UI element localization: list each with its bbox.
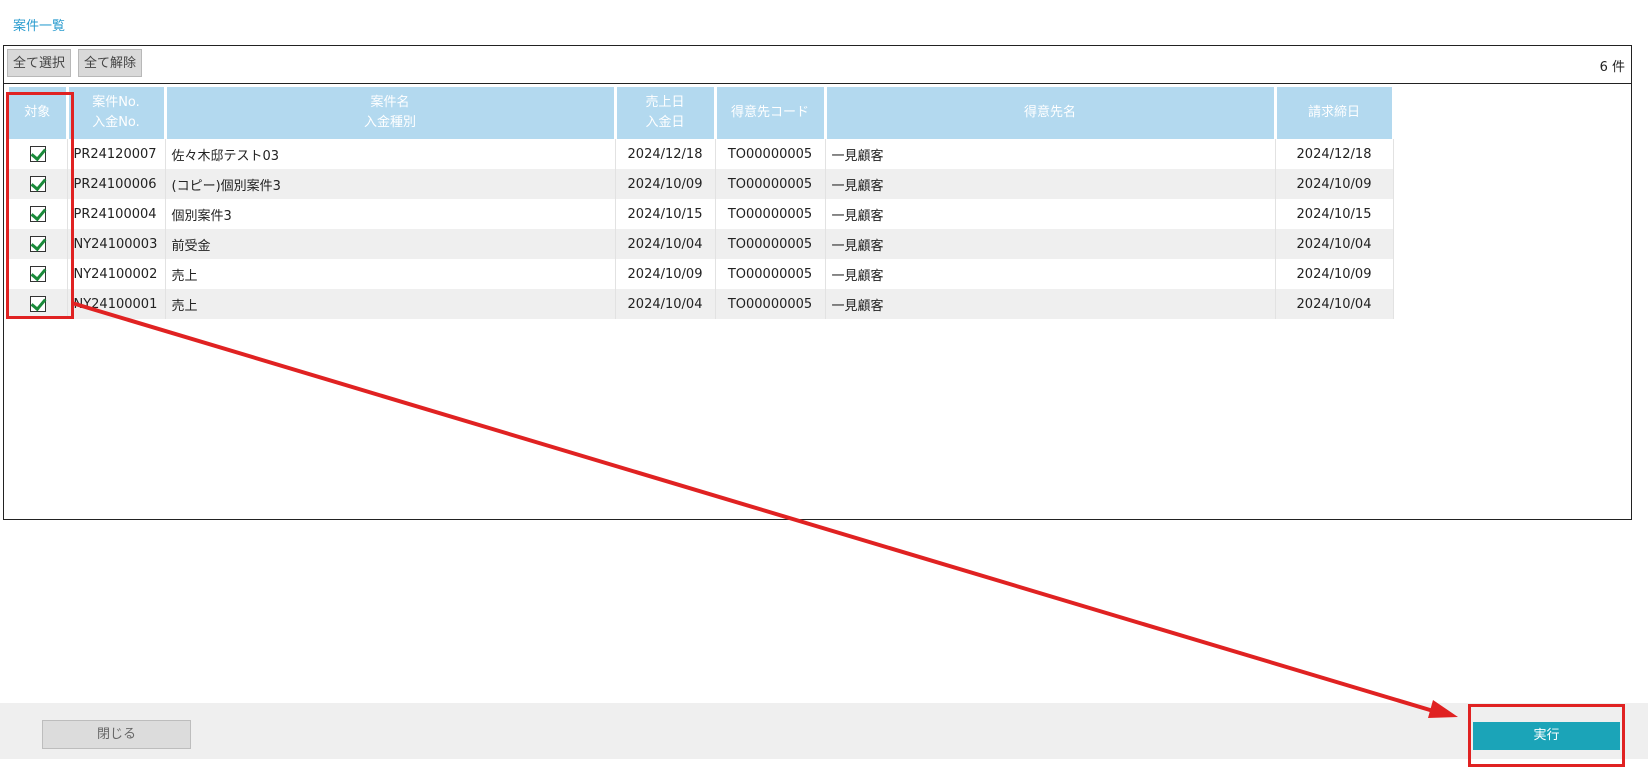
case-name-cell: 売上 xyxy=(165,259,616,289)
closing-date-cell: 2024/12/18 xyxy=(1275,139,1394,169)
case-name-cell: 売上 xyxy=(165,289,616,319)
customer-name-cell: 一見顧客 xyxy=(825,199,1276,229)
customer-name-cell: 一見顧客 xyxy=(825,289,1276,319)
customer-name-cell: 一見顧客 xyxy=(825,139,1276,169)
footer-bar: 閉じる 実行 xyxy=(0,703,1648,759)
header-case-name: 案件名 入金種別 xyxy=(165,87,617,139)
customer-name-cell: 一見顧客 xyxy=(825,169,1276,199)
closing-date-cell: 2024/10/15 xyxy=(1275,199,1394,229)
row-select-cell xyxy=(9,289,68,319)
row-select-cell xyxy=(9,259,68,289)
check-icon xyxy=(30,264,47,282)
page-title: 案件一覧 xyxy=(13,19,66,34)
case-no-cell: NY24100003 xyxy=(67,229,166,259)
case-no-cell: PR24100006 xyxy=(67,169,166,199)
close-button[interactable]: 閉じる xyxy=(42,720,191,749)
table-row[interactable]: PR24100006 (コピー)個別案件3 2024/10/09 TO00000005… xyxy=(9,169,1394,199)
customer-code-cell: TO00000005 xyxy=(715,139,826,169)
row-select-cell xyxy=(9,139,68,169)
closing-date-cell: 2024/10/04 xyxy=(1275,229,1394,259)
case-no-cell: NY24100001 xyxy=(67,289,166,319)
customer-code-cell: TO00000005 xyxy=(715,169,826,199)
sales-date-cell: 2024/10/04 xyxy=(615,289,716,319)
sales-date-cell: 2024/10/15 xyxy=(615,199,716,229)
case-list-panel: 全て選択 全て解除 6 件 対象 案件No. 入金No. 案件名 入金種別 売上日入… xyxy=(3,45,1632,520)
deselect-all-button[interactable]: 全て解除 xyxy=(78,49,143,77)
check-icon xyxy=(30,294,47,312)
sales-date-cell: 2024/10/04 xyxy=(615,229,716,259)
case-table: 対象 案件No. 入金No. 案件名 入金種別 売上日 入金日 得意先コード 得意先名… xyxy=(9,87,1395,319)
row-select-cell xyxy=(9,229,68,259)
customer-code-cell: TO00000005 xyxy=(715,259,826,289)
table-row[interactable]: NY24100002 売上 2024/10/09 TO00000005 一見顧客 2024… xyxy=(9,259,1394,289)
case-name-cell: (コピー)個別案件3 xyxy=(165,169,616,199)
check-icon xyxy=(30,174,47,192)
check-icon xyxy=(30,234,47,252)
list-toolbar: 全て選択 全て解除 6 件 xyxy=(4,46,1631,84)
sales-date-cell: 2024/12/18 xyxy=(615,139,716,169)
customer-code-cell: TO00000005 xyxy=(715,289,826,319)
header-closing-date: 請求締日 xyxy=(1275,87,1395,139)
check-icon xyxy=(30,144,47,162)
record-count: 6 件 xyxy=(1599,60,1625,75)
row-checkbox[interactable] xyxy=(29,234,47,252)
closing-date-cell: 2024/10/09 xyxy=(1275,259,1394,289)
table-row[interactable]: PR24120007 佐々木邸テスト03 2024/12/18 TO00000005 一… xyxy=(9,139,1394,169)
row-checkbox[interactable] xyxy=(29,264,47,282)
table-header-row: 対象 案件No. 入金No. 案件名 入金種別 売上日 入金日 得意先コード 得意先名… xyxy=(9,87,1395,139)
case-name-cell: 佐々木邸テスト03 xyxy=(165,139,616,169)
row-checkbox[interactable] xyxy=(29,204,47,222)
check-icon xyxy=(30,204,47,222)
table-row[interactable]: NY24100003 前受金 2024/10/04 TO00000005 一見顧客 202… xyxy=(9,229,1394,259)
case-name-cell: 個別案件3 xyxy=(165,199,616,229)
case-no-cell: PR24120007 xyxy=(67,139,166,169)
header-customer-code: 得意先コード xyxy=(715,87,827,139)
table-row[interactable]: PR24100004 個別案件3 2024/10/15 TO00000005 一見顧客 2… xyxy=(9,199,1394,229)
case-no-cell: PR24100004 xyxy=(67,199,166,229)
sales-date-cell: 2024/10/09 xyxy=(615,169,716,199)
header-case-no: 案件No. 入金No. xyxy=(67,87,167,139)
row-checkbox[interactable] xyxy=(29,144,47,162)
case-name-cell: 前受金 xyxy=(165,229,616,259)
run-button[interactable]: 実行 xyxy=(1473,722,1620,750)
sales-date-cell: 2024/10/09 xyxy=(615,259,716,289)
closing-date-cell: 2024/10/09 xyxy=(1275,169,1394,199)
customer-name-cell: 一見顧客 xyxy=(825,259,1276,289)
header-target: 対象 xyxy=(9,87,69,139)
header-customer-name: 得意先名 xyxy=(825,87,1277,139)
row-checkbox[interactable] xyxy=(29,294,47,312)
case-no-cell: NY24100002 xyxy=(67,259,166,289)
closing-date-cell: 2024/10/04 xyxy=(1275,289,1394,319)
row-checkbox[interactable] xyxy=(29,174,47,192)
customer-code-cell: TO00000005 xyxy=(715,199,826,229)
table-row[interactable]: NY24100001 売上 2024/10/04 TO00000005 一見顧客 2024… xyxy=(9,289,1394,319)
customer-code-cell: TO00000005 xyxy=(715,229,826,259)
customer-name-cell: 一見顧客 xyxy=(825,229,1276,259)
row-select-cell xyxy=(9,169,68,199)
row-select-cell xyxy=(9,199,68,229)
header-sales-date: 売上日 入金日 xyxy=(615,87,717,139)
select-all-button[interactable]: 全て選択 xyxy=(7,49,72,77)
